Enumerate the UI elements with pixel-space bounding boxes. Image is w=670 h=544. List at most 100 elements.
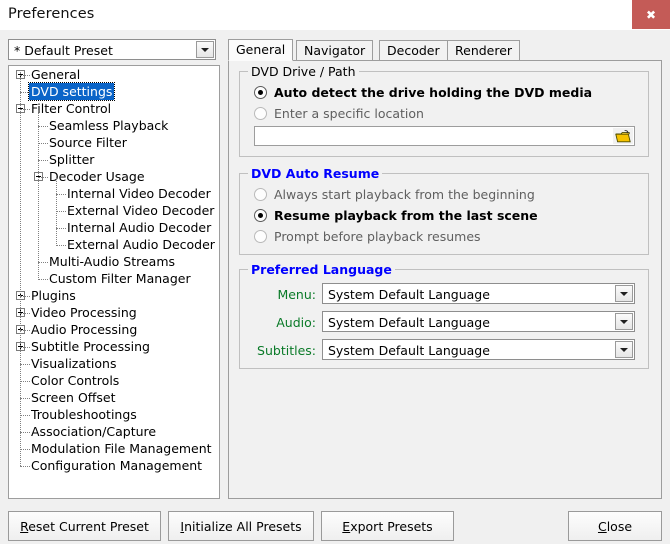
- tree-item-general[interactable]: General: [9, 66, 219, 83]
- tree-item-label: Subtitle Processing: [31, 338, 150, 355]
- tree-item-internal-video-decoder[interactable]: Internal Video Decoder: [9, 185, 219, 202]
- chevron-down-icon[interactable]: [196, 41, 214, 58]
- tree-connector: [20, 330, 30, 331]
- tree-item-troubleshootings[interactable]: Troubleshootings: [9, 406, 219, 423]
- tab-navigator[interactable]: Navigator: [296, 40, 373, 61]
- export-rest: xport Presets: [350, 519, 432, 534]
- close-button[interactable]: Close: [568, 511, 662, 541]
- group-dvd-auto-resume: DVD Auto Resume Always start playback fr…: [239, 173, 649, 255]
- tree-item-plugins[interactable]: Plugins: [9, 287, 219, 304]
- tree-item-label: Filter Control: [31, 100, 111, 117]
- title-bar: Preferences ✖: [0, 0, 670, 30]
- chevron-down-icon[interactable]: [615, 313, 633, 330]
- tree-connector: [38, 143, 48, 144]
- tree-connector: [20, 72, 21, 466]
- select-menu-language[interactable]: System Default Language: [322, 283, 635, 304]
- tab-general[interactable]: General: [228, 39, 293, 61]
- tree-item-audio-processing[interactable]: Audio Processing: [9, 321, 219, 338]
- tree-item-association-capture[interactable]: Association/Capture: [9, 423, 219, 440]
- tree-item-internal-audio-decoder[interactable]: Internal Audio Decoder: [9, 219, 219, 236]
- chevron-down-icon[interactable]: [615, 341, 633, 358]
- select-subtitles-language[interactable]: System Default Language: [322, 339, 635, 360]
- tree-item-screen-offset[interactable]: Screen Offset: [9, 389, 219, 406]
- tab-renderer[interactable]: Renderer: [447, 40, 520, 61]
- tree-connector: [20, 415, 30, 416]
- tree-item-label: Plugins: [31, 287, 76, 304]
- settings-tree-list: GeneralDVD settingsFilter ControlSeamles…: [9, 66, 219, 483]
- initialize-all-presets-button[interactable]: Initialize All Presets: [168, 511, 314, 541]
- tree-connector: [38, 160, 48, 161]
- tree-item-modulation-file-management[interactable]: Modulation File Management: [9, 440, 219, 457]
- tree-item-external-video-decoder[interactable]: External Video Decoder: [9, 202, 219, 219]
- select-audio-language-value: System Default Language: [328, 315, 490, 330]
- tab-decoder[interactable]: Decoder: [379, 40, 448, 61]
- init-rest: nitialize All Presets: [184, 519, 302, 534]
- export-presets-button[interactable]: Export Presets: [321, 511, 454, 541]
- tree-item-color-controls[interactable]: Color Controls: [9, 372, 219, 389]
- tree-item-label: Audio Processing: [31, 321, 137, 338]
- tree-connector: [56, 228, 66, 229]
- tree-connector: [20, 432, 30, 433]
- label-subtitles-language: Subtitles:: [250, 343, 316, 358]
- select-menu-language-value: System Default Language: [328, 287, 490, 302]
- tree-item-label: External Video Decoder: [67, 202, 214, 219]
- tree-connector: [38, 126, 48, 127]
- chevron-down-icon[interactable]: [615, 285, 633, 302]
- tree-item-label: Decoder Usage: [49, 168, 145, 185]
- radio-indicator: [254, 107, 267, 120]
- tree-item-label: External Audio Decoder: [67, 236, 215, 253]
- radio-resume-from-last-scene-label: Resume playback from the last scene: [274, 207, 538, 225]
- tree-connector: [20, 92, 30, 93]
- tree-item-filter-control[interactable]: Filter Control: [9, 100, 219, 117]
- radio-always-start-from-beginning-label: Always start playback from the beginning: [274, 186, 535, 204]
- close-icon[interactable]: ✖: [632, 0, 670, 29]
- tree-item-label: Video Processing: [31, 304, 137, 321]
- select-subtitles-language-value: System Default Language: [328, 343, 490, 358]
- tree-item-visualizations[interactable]: Visualizations: [9, 355, 219, 372]
- tree-item-video-processing[interactable]: Video Processing: [9, 304, 219, 321]
- tree-connector: [38, 110, 39, 280]
- tree-item-external-audio-decoder[interactable]: External Audio Decoder: [9, 236, 219, 253]
- tree-item-label: Configuration Management: [31, 457, 202, 474]
- radio-indicator: [254, 230, 267, 243]
- dvd-path-input[interactable]: [257, 128, 610, 146]
- radio-indicator: [254, 209, 267, 222]
- tree-connector: [20, 466, 30, 467]
- open-folder-icon[interactable]: [613, 128, 633, 144]
- tree-connector: [20, 75, 30, 76]
- tree-connector: [56, 178, 57, 246]
- radio-prompt-before-resume-label: Prompt before playback resumes: [274, 228, 481, 246]
- preset-select[interactable]: * Default Preset: [8, 39, 216, 60]
- reset-current-preset-button[interactable]: Reset Current Preset: [8, 511, 161, 541]
- tree-connector: [38, 279, 48, 280]
- tree-item-configuration-management[interactable]: Configuration Management: [9, 457, 219, 474]
- tree-connector: [20, 109, 30, 110]
- tree-connector: [56, 245, 66, 246]
- tree-connector: [38, 262, 48, 263]
- close-rest: lose: [607, 519, 632, 534]
- tree-connector: [56, 194, 66, 195]
- radio-specific-location-label: Enter a specific location: [274, 105, 424, 123]
- preset-select-value: * Default Preset: [14, 43, 113, 58]
- label-menu-language: Menu:: [250, 287, 316, 302]
- tree-connector: [20, 381, 30, 382]
- tree-item-label: Custom Filter Manager: [49, 270, 191, 287]
- tree-item-label: Source Filter: [49, 134, 127, 151]
- tree-connector: [20, 449, 30, 450]
- tree-item-subtitle-processing[interactable]: Subtitle Processing: [9, 338, 219, 355]
- tree-item-label: General: [31, 66, 80, 83]
- tree-item-label: Troubleshootings: [31, 406, 137, 423]
- tree-item-label: Splitter: [49, 151, 94, 168]
- settings-tree[interactable]: GeneralDVD settingsFilter ControlSeamles…: [8, 65, 220, 499]
- dvd-path-field[interactable]: [254, 126, 635, 146]
- group-preferred-language-title: Preferred Language: [248, 262, 395, 277]
- radio-indicator: [254, 86, 267, 99]
- label-audio-language: Audio:: [250, 315, 316, 330]
- tree-item-label: Internal Audio Decoder: [67, 219, 211, 236]
- select-audio-language[interactable]: System Default Language: [322, 311, 635, 332]
- tree-connector: [20, 364, 30, 365]
- tree-item-label: Screen Offset: [31, 389, 116, 406]
- tree-item-label: Visualizations: [31, 355, 116, 372]
- tree-item-label: Seamless Playback: [49, 117, 168, 134]
- tree-item-dvd-settings[interactable]: DVD settings: [9, 83, 219, 100]
